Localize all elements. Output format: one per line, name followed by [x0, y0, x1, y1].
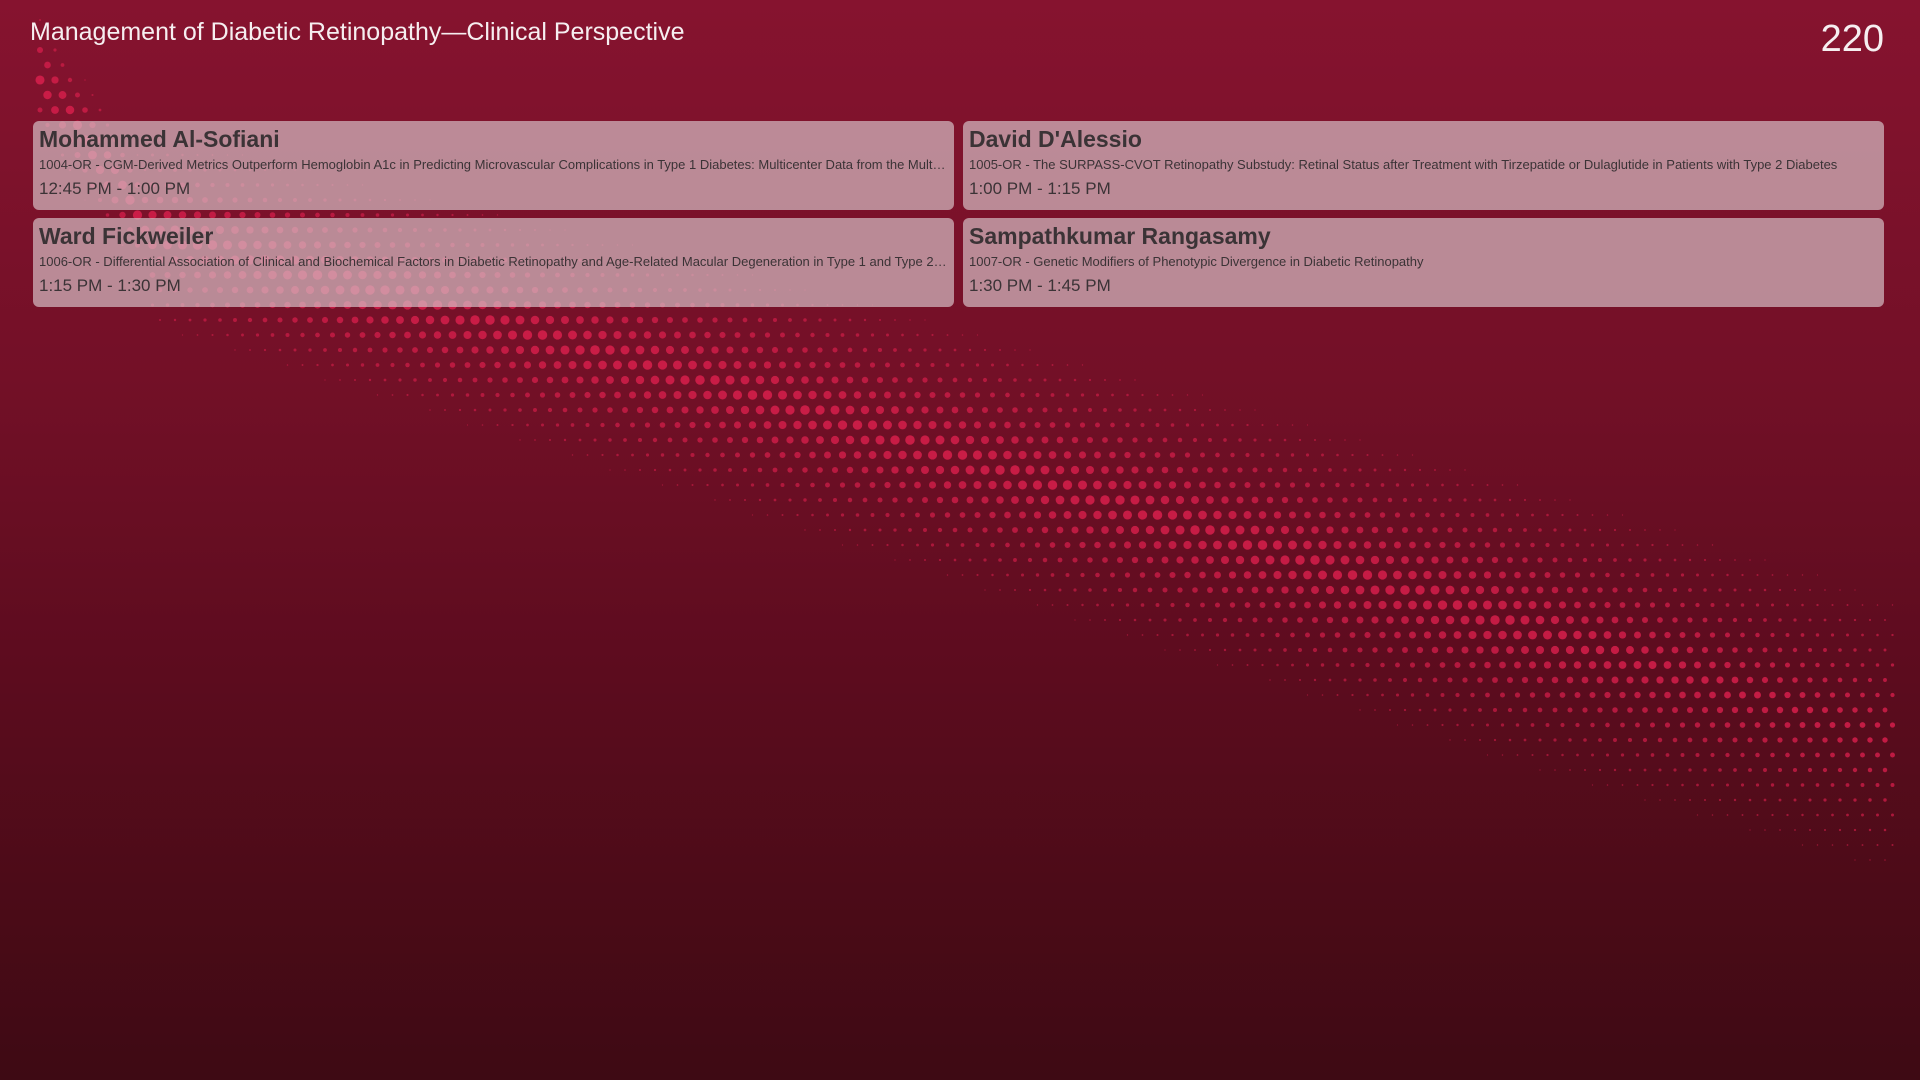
speaker-name: Ward Fickweiler — [39, 223, 214, 249]
session-time: 1:15 PM - 1:30 PM — [39, 276, 181, 295]
speaker-name: Sampathkumar Rangasamy — [969, 223, 1271, 249]
session-card: Sampathkumar Rangasamy 1007-OR - Genetic… — [963, 218, 1884, 307]
room-number: 220 — [1820, 18, 1884, 60]
abstract-title: 1004-OR - CGM-Derived Metrics Outperform… — [39, 157, 948, 172]
session-time: 1:30 PM - 1:45 PM — [969, 276, 1111, 295]
session-time: 12:45 PM - 1:00 PM — [39, 179, 191, 198]
speaker-name: Mohammed Al-Sofiani — [39, 126, 280, 152]
abstract-title: 1007-OR - Genetic Modifiers of Phenotypi… — [969, 254, 1424, 269]
session-grid: Mohammed Al-Sofiani 1004-OR - CGM-Derive… — [33, 121, 1884, 307]
abstract-title: 1006-OR - Differential Association of Cl… — [39, 254, 948, 269]
session-title: Management of Diabetic Retinopathy—Clini… — [30, 18, 685, 46]
session-card: David D'Alessio 1005-OR - The SURPASS-CV… — [963, 121, 1884, 210]
session-time: 1:00 PM - 1:15 PM — [969, 179, 1111, 198]
abstract-title: 1005-OR - The SURPASS-CVOT Retinopathy S… — [969, 157, 1838, 172]
session-card: Mohammed Al-Sofiani 1004-OR - CGM-Derive… — [33, 121, 954, 210]
session-card: Ward Fickweiler 1006-OR - Differential A… — [33, 218, 954, 307]
speaker-name: David D'Alessio — [969, 126, 1142, 152]
